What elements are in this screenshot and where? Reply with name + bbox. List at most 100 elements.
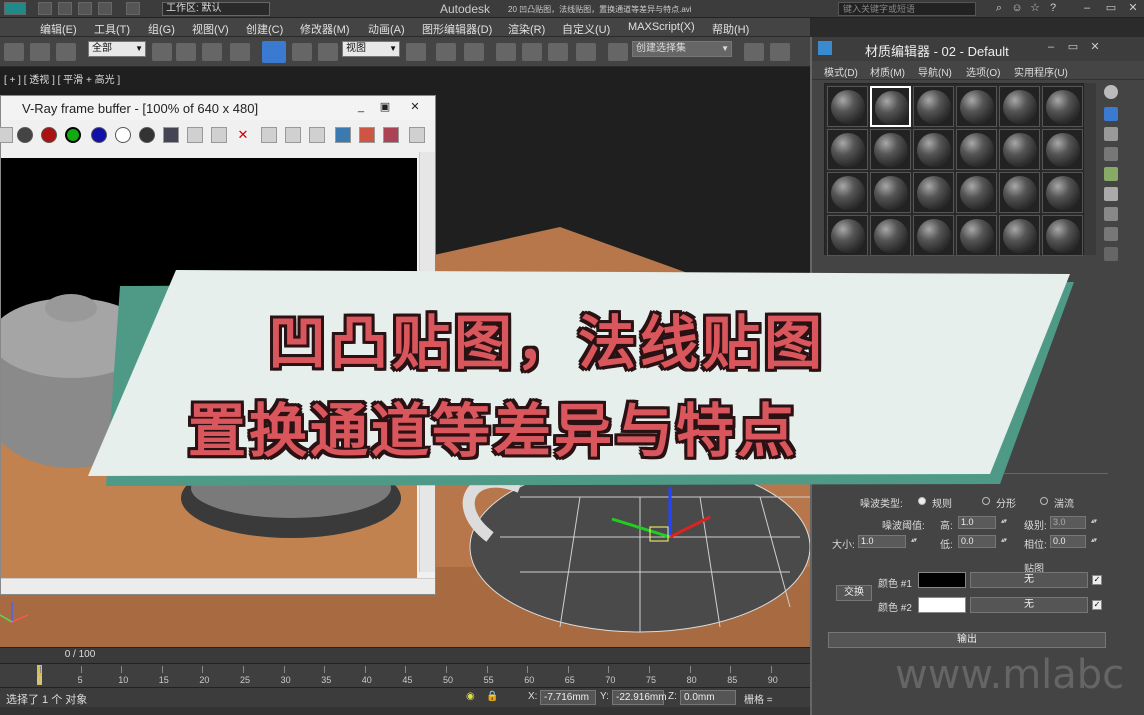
edit-named-selection-icon[interactable] bbox=[608, 43, 628, 61]
menu-create[interactable]: 创建(C) bbox=[246, 21, 283, 37]
viewport-label[interactable]: [ + ] [ 透视 ] [ 平滑 + 高光 ] bbox=[4, 71, 120, 86]
mated-close-icon[interactable]: ✕ bbox=[1086, 40, 1104, 55]
menu-group[interactable]: 组(G) bbox=[148, 21, 175, 37]
align-icon[interactable] bbox=[770, 43, 790, 61]
noise-phase-spinner[interactable]: 0.0 bbox=[1050, 535, 1096, 548]
vfb-red-channel-icon[interactable] bbox=[41, 127, 57, 143]
material-slot[interactable] bbox=[1042, 86, 1083, 127]
noise-high-spinner[interactable]: 1.0 bbox=[958, 516, 1006, 529]
material-slot[interactable] bbox=[956, 129, 997, 170]
vfb-teapot-icon[interactable] bbox=[409, 127, 425, 143]
vfb-scrollbar[interactable] bbox=[419, 152, 435, 572]
mated-menu-utilities[interactable]: 实用程序(U) bbox=[1014, 64, 1068, 79]
material-slot[interactable] bbox=[913, 86, 954, 127]
mated-menu-modes[interactable]: 模式(D) bbox=[824, 64, 858, 79]
material-slot[interactable] bbox=[870, 129, 911, 170]
vfb-render-canvas[interactable] bbox=[1, 158, 417, 578]
time-slider[interactable]: 0 / 100 bbox=[0, 647, 810, 663]
user-icon[interactable]: ☺ bbox=[1008, 1, 1026, 16]
vfb-track-mouse-icon[interactable] bbox=[261, 127, 277, 143]
material-slot[interactable] bbox=[827, 215, 868, 256]
vfb-rgb-icon[interactable] bbox=[17, 127, 33, 143]
undo-icon[interactable] bbox=[98, 2, 112, 15]
angle-snap-icon[interactable] bbox=[522, 43, 542, 61]
material-slot[interactable] bbox=[1042, 215, 1083, 256]
lock-icon[interactable]: ◉ bbox=[466, 691, 475, 702]
vfb-title-bar[interactable]: V-Ray frame buffer - [100% of 640 x 480]… bbox=[1, 96, 435, 120]
material-slot[interactable] bbox=[999, 215, 1040, 256]
material-slot[interactable] bbox=[956, 172, 997, 213]
material-slot[interactable] bbox=[870, 172, 911, 213]
color1-map-button[interactable]: 无 bbox=[970, 572, 1088, 588]
named-selection-dropdown[interactable]: 创建选择集 ▼ bbox=[632, 41, 732, 57]
material-slot[interactable] bbox=[956, 86, 997, 127]
keyboard-shortcut-icon[interactable] bbox=[464, 43, 484, 61]
material-slot[interactable] bbox=[999, 129, 1040, 170]
vfb-render-last-icon[interactable] bbox=[309, 127, 325, 143]
color2-map-button[interactable]: 无 bbox=[970, 597, 1088, 613]
noise-levels-spinner[interactable]: 3.0 bbox=[1050, 516, 1096, 529]
material-map-navigator-icon[interactable] bbox=[1104, 247, 1118, 261]
vfb-region-render-icon[interactable] bbox=[285, 127, 301, 143]
menu-modifiers[interactable]: 修改器(M) bbox=[300, 21, 350, 37]
menu-help[interactable]: 帮助(H) bbox=[712, 21, 749, 37]
window-crossing-icon[interactable] bbox=[230, 43, 250, 61]
menu-view[interactable]: 视图(V) bbox=[192, 21, 229, 37]
vfb-load-icon[interactable] bbox=[187, 127, 203, 143]
noise-low-spinner[interactable]: 0.0 bbox=[958, 535, 1006, 548]
material-slot[interactable] bbox=[913, 215, 954, 256]
mated-minimize-icon[interactable]: – bbox=[1042, 40, 1060, 55]
material-slot[interactable] bbox=[870, 215, 911, 256]
vfb-close-icon[interactable]: ✕ bbox=[403, 98, 427, 116]
menu-edit[interactable]: 编辑(E) bbox=[40, 21, 77, 37]
material-slot[interactable] bbox=[870, 86, 911, 127]
bind-space-warp-icon[interactable] bbox=[56, 43, 76, 61]
y-coord-field[interactable]: -22.916mm bbox=[612, 690, 667, 705]
vfb-green-channel-icon[interactable] bbox=[65, 127, 81, 143]
mated-menu-material[interactable]: 材质(M) bbox=[870, 64, 905, 79]
help-search-input[interactable]: 键入关键字或短语 bbox=[838, 2, 976, 16]
vfb-blue-channel-icon[interactable] bbox=[91, 127, 107, 143]
material-editor-title-bar[interactable]: 材质编辑器 - 02 - Default – ▭ ✕ bbox=[812, 37, 1144, 61]
material-slot[interactable] bbox=[1042, 172, 1083, 213]
rotate-icon[interactable] bbox=[292, 43, 312, 61]
close-icon[interactable]: ✕ bbox=[1124, 1, 1142, 16]
menu-customize[interactable]: 自定义(U) bbox=[562, 21, 610, 37]
track-bar[interactable]: 0 5 10 15 20 25 30 35 40 45 50 55 60 65 70 75 80 85 90 bbox=[0, 663, 810, 687]
video-color-check-icon[interactable] bbox=[1104, 167, 1118, 181]
select-by-material-icon[interactable] bbox=[1104, 227, 1118, 241]
mated-menu-navigation[interactable]: 导航(N) bbox=[918, 64, 952, 79]
vfb-alpha-icon[interactable] bbox=[115, 127, 131, 143]
time-slider-frame[interactable]: 0 / 100 bbox=[40, 649, 120, 662]
sample-uv-tiling-icon[interactable] bbox=[1104, 147, 1118, 161]
menu-maxscript[interactable]: MAXScript(X) bbox=[628, 21, 695, 33]
material-slot[interactable] bbox=[999, 172, 1040, 213]
vray-frame-buffer-window[interactable]: V-Ray frame buffer - [100% of 640 x 480]… bbox=[0, 95, 436, 595]
new-file-icon[interactable] bbox=[38, 2, 52, 15]
star-icon[interactable]: ☆ bbox=[1026, 1, 1044, 16]
app-logo-icon[interactable] bbox=[4, 2, 26, 15]
material-slot[interactable] bbox=[827, 129, 868, 170]
menu-rendering[interactable]: 渲染(R) bbox=[508, 21, 545, 37]
redo-icon[interactable] bbox=[126, 2, 140, 15]
noise-size-spinner[interactable]: 1.0 bbox=[858, 535, 916, 548]
make-preview-icon[interactable] bbox=[1104, 187, 1118, 201]
vfb-ab-compare-icon[interactable] bbox=[383, 127, 399, 143]
search-icon[interactable]: ⌕ bbox=[990, 1, 1008, 16]
spinner-snap-icon[interactable] bbox=[576, 43, 596, 61]
material-slot[interactable] bbox=[913, 129, 954, 170]
material-slot[interactable] bbox=[913, 172, 954, 213]
material-slot[interactable] bbox=[1042, 129, 1083, 170]
noise-type-turbulence-radio[interactable] bbox=[1040, 497, 1048, 505]
mirror-icon[interactable] bbox=[744, 43, 764, 61]
material-slot[interactable] bbox=[827, 86, 868, 127]
mated-menu-options[interactable]: 选项(O) bbox=[966, 64, 1000, 79]
background-icon[interactable] bbox=[1104, 127, 1118, 141]
reference-coord-dropdown[interactable]: 视图 ▼ bbox=[342, 41, 400, 57]
save-file-icon[interactable] bbox=[78, 2, 92, 15]
sample-type-icon[interactable] bbox=[1104, 85, 1118, 99]
selection-lock-icon[interactable]: 🔒 bbox=[486, 691, 498, 702]
vfb-maximize-icon[interactable]: ▣ bbox=[373, 98, 397, 116]
open-file-icon[interactable] bbox=[58, 2, 72, 15]
scale-icon[interactable] bbox=[318, 43, 338, 61]
